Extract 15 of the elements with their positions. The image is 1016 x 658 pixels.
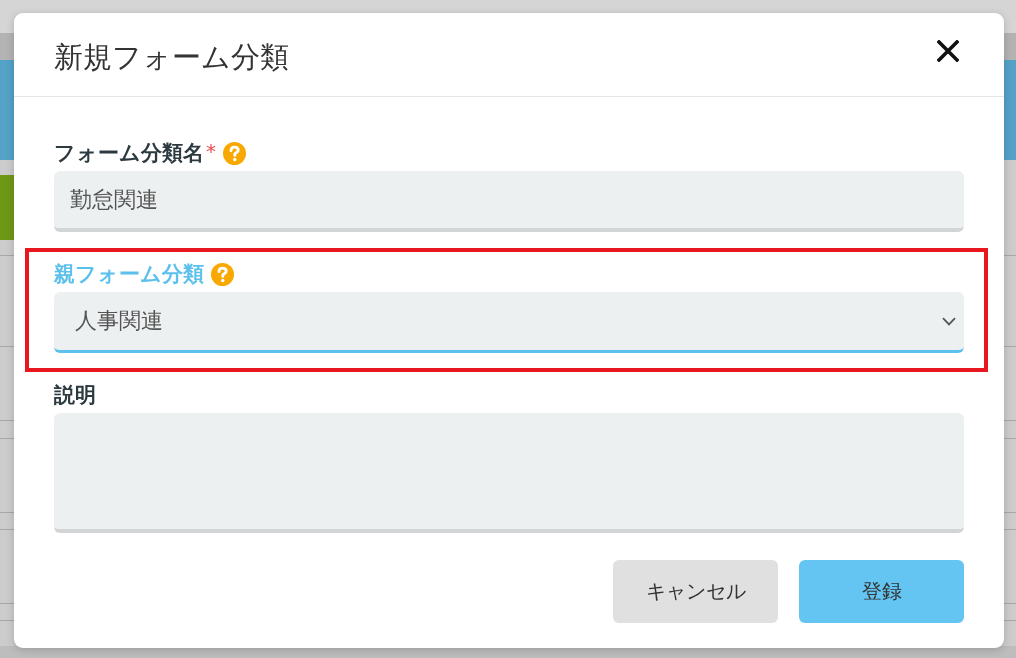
chevron-down-icon (942, 316, 956, 326)
text-input[interactable]: 勤怠関連 (54, 171, 964, 232)
required-mark: * (206, 141, 216, 161)
dropdown-field[interactable]: 人事関連 (54, 292, 964, 353)
register-button[interactable]: 登録 (799, 560, 964, 623)
field-label: 説明 (54, 383, 96, 407)
field-label: 親フォーム分類 (54, 262, 204, 286)
dialog-title: 新規フォーム分類 (54, 38, 289, 75)
close-icon (937, 39, 959, 62)
help-icon[interactable] (223, 141, 246, 165)
help-icon[interactable] (211, 262, 234, 286)
close-button[interactable] (935, 37, 961, 64)
cancel-button[interactable]: キャンセル (613, 560, 778, 623)
field-label: フォーム分類名 (54, 141, 204, 165)
textarea-field[interactable] (54, 413, 964, 533)
